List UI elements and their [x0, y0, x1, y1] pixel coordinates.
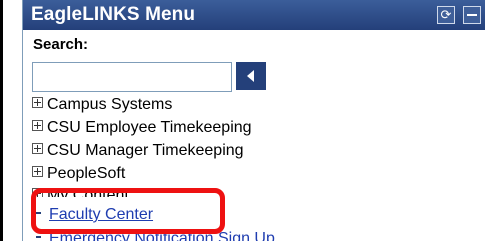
eaglelinks-menu-panel: EagleLINKS Menu ⟳ Search: Campus Systems… — [22, 0, 485, 241]
expand-icon[interactable] — [32, 166, 43, 177]
menu-item-csu-employee-timekeeping[interactable]: CSU Employee Timekeeping — [32, 119, 252, 137]
expand-icon[interactable] — [32, 120, 43, 131]
expand-icon[interactable] — [32, 97, 43, 108]
menu-item-campus-systems[interactable]: Campus Systems — [32, 96, 172, 114]
refresh-icon[interactable]: ⟳ — [437, 6, 455, 24]
search-arrow-icon — [247, 70, 254, 82]
expand-icon[interactable] — [32, 143, 43, 154]
left-window-edge — [0, 0, 3, 241]
bullet-icon — [36, 236, 41, 238]
menu-item-csu-manager-timekeeping[interactable]: CSU Manager Timekeeping — [32, 142, 244, 160]
search-button[interactable] — [236, 62, 266, 90]
menu-title: EagleLINKS Menu — [31, 4, 196, 25]
highlight-box — [31, 188, 225, 234]
search-label: Search: — [33, 36, 89, 53]
search-input[interactable] — [32, 62, 232, 92]
menu-title-bar: EagleLINKS Menu ⟳ — [23, 0, 485, 30]
menu-item-peoplesoft[interactable]: PeopleSoft — [32, 165, 125, 183]
minimize-icon[interactable] — [463, 6, 481, 24]
screenshot-frame: EagleLINKS Menu ⟳ Search: Campus Systems… — [0, 0, 490, 241]
